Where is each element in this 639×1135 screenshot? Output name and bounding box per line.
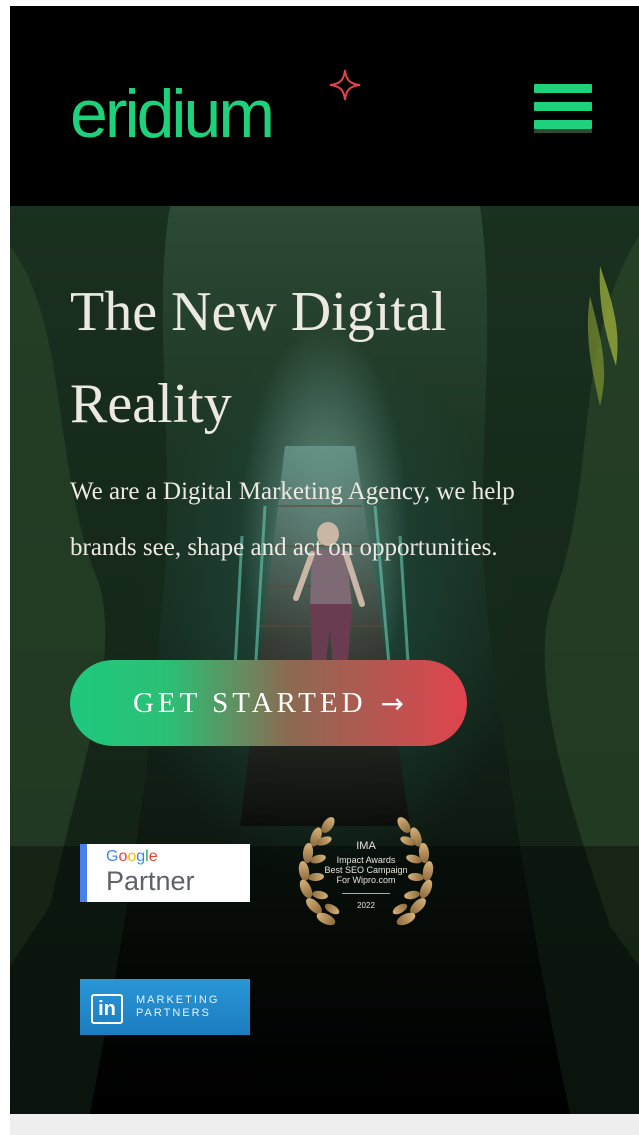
logo-wordmark: eridium — [70, 76, 275, 152]
linkedin-marketing-partners-badge: in MARKETING PARTNERS — [80, 979, 250, 1035]
page: eridium The New Digital Reality We are a… — [10, 6, 639, 1114]
arrow-right-icon: → — [380, 686, 404, 720]
google-letter: o — [127, 848, 137, 865]
menu-bar — [534, 84, 592, 93]
ima-award-name: Impact Awards — [336, 855, 396, 865]
site-header: eridium — [10, 6, 639, 206]
linkedin-badge-line1: MARKETING — [136, 994, 220, 1006]
menu-bar — [534, 102, 592, 111]
google-wordmark: Google — [106, 849, 158, 865]
ima-award-badge: IMA Impact Awards Best SEO Campaign For … — [280, 811, 452, 943]
get-started-label: GET STARTED — [132, 686, 367, 719]
ima-divider — [342, 893, 390, 894]
ima-title: IMA — [356, 840, 376, 852]
google-letter: G — [106, 848, 119, 865]
google-letter: e — [148, 848, 158, 865]
linkedin-badge-line2: PARTNERS — [136, 1007, 211, 1019]
ima-award-client: For Wipro.com — [336, 875, 396, 885]
ima-award-year: 2022 — [357, 901, 375, 910]
hamburger-menu-icon[interactable] — [534, 82, 592, 136]
google-letter: g — [136, 848, 146, 865]
google-partner-badge: Google Partner — [80, 844, 250, 902]
bottom-bar — [10, 1114, 639, 1135]
google-badge-stripe — [80, 844, 87, 902]
sparkle-icon — [329, 69, 361, 101]
menu-bar — [534, 120, 592, 129]
linkedin-icon: in — [91, 994, 123, 1024]
logo-link[interactable]: eridium — [70, 69, 361, 154]
hero-title: The New Digital Reality — [70, 281, 447, 435]
google-partner-label: Partner — [106, 866, 195, 896]
hero-section: The New Digital Reality We are a Digital… — [10, 206, 639, 1114]
ima-award-category: Best SEO Campaign — [324, 865, 408, 875]
google-letter: o — [118, 848, 128, 865]
menu-bar-shadow — [534, 129, 592, 133]
get-started-button[interactable]: GET STARTED → — [70, 660, 467, 746]
hero-subtitle: We are a Digital Marketing Agency, we he… — [70, 478, 515, 561]
